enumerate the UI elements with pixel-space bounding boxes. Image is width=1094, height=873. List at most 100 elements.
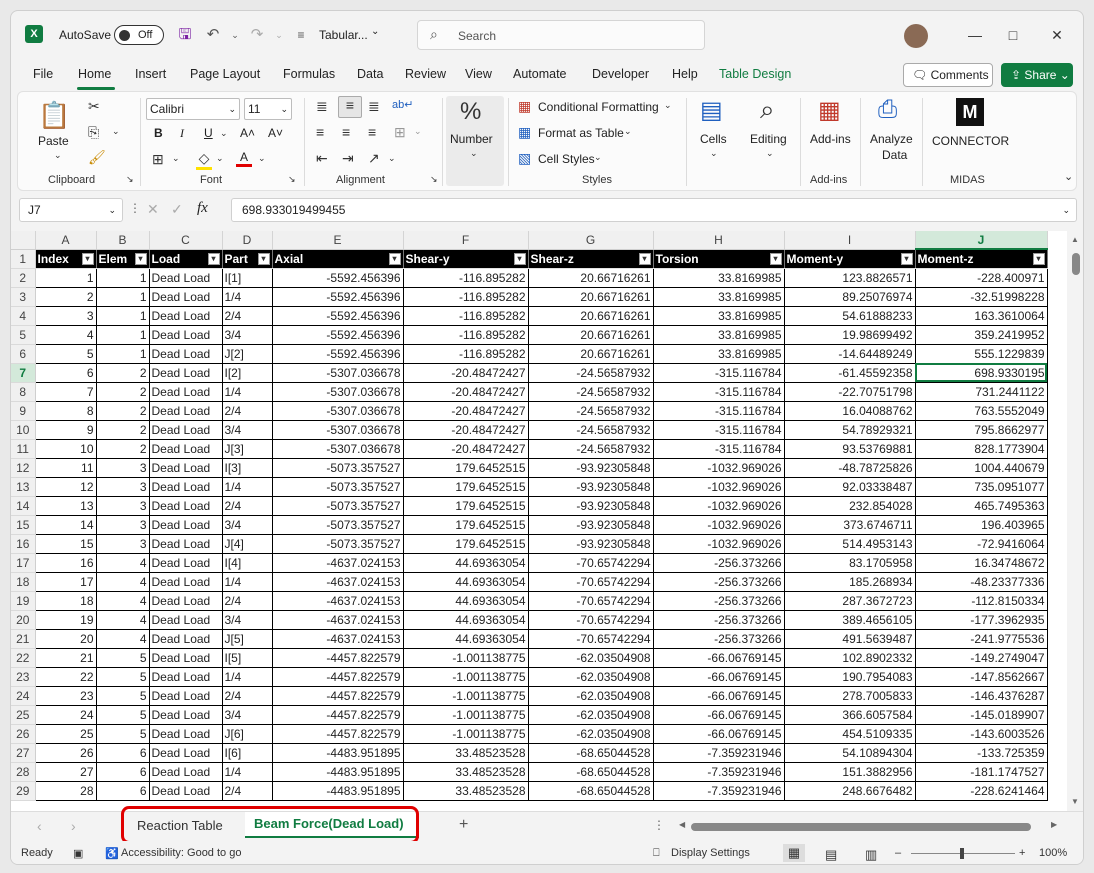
cell-b16[interactable]: 3 [96,534,150,554]
cell-j22[interactable]: -149.2749047 [915,648,1048,668]
cell-d28[interactable]: 1/4 [222,762,273,782]
conditional-formatting-button[interactable]: Conditional Formatting [538,100,659,114]
cell-d24[interactable]: 2/4 [222,686,273,706]
cell-e5[interactable]: -5592.456396 [272,325,404,345]
vertical-scroll-thumb[interactable] [1072,253,1080,275]
cell-h12[interactable]: -1032.969026 [653,458,785,478]
italic-icon[interactable]: I [180,126,184,141]
cell-c12[interactable]: Dead Load [149,458,223,478]
cell-g19[interactable]: -70.65742294 [528,591,654,611]
enter-icon[interactable]: ✓ [171,201,183,218]
cell-a28[interactable]: 27 [35,762,97,782]
cell-i11[interactable]: 93.53769881 [784,439,916,459]
cell-c19[interactable]: Dead Load [149,591,223,611]
cell-i19[interactable]: 287.3672723 [784,591,916,611]
cell-e4[interactable]: -5592.456396 [272,306,404,326]
row-number[interactable]: 15 [11,515,36,535]
cell-h9[interactable]: -315.116784 [653,401,785,421]
display-settings-icon[interactable]: ⎕ [653,847,660,860]
cell-g26[interactable]: -62.03504908 [528,724,654,744]
cell-b4[interactable]: 1 [96,306,150,326]
cell-d5[interactable]: 3/4 [222,325,273,345]
table-header-elem[interactable]: Elem ▾ [96,249,150,269]
cell-h2[interactable]: 33.8169985 [653,268,785,288]
cell-b11[interactable]: 2 [96,439,150,459]
cell-d21[interactable]: J[5] [222,629,273,649]
cell-b17[interactable]: 4 [96,553,150,573]
cell-g27[interactable]: -68.65044528 [528,743,654,763]
cell-b7[interactable]: 2 [96,363,150,383]
cell-g20[interactable]: -70.65742294 [528,610,654,630]
name-box[interactable]: J7 ⌄ [19,198,123,222]
display-settings-button[interactable]: Display Settings [671,847,750,859]
cell-i27[interactable]: 54.10894304 [784,743,916,763]
cell-d18[interactable]: 1/4 [222,572,273,592]
borders-chevron-icon[interactable]: ⌄ [172,153,180,164]
cell-a9[interactable]: 8 [35,401,97,421]
cell-i26[interactable]: 454.5109335 [784,724,916,744]
format-as-table-icon[interactable]: ▦ [518,124,531,141]
scroll-right-icon[interactable]: ▶ [1051,820,1057,829]
cell-e2[interactable]: -5592.456396 [272,268,404,288]
vertical-scrollbar[interactable]: ▲ ▼ [1067,231,1083,811]
column-header-c[interactable]: C [149,231,223,250]
maximize-icon[interactable]: □ [1001,23,1025,47]
cell-j3[interactable]: -32.51998228 [915,287,1048,307]
cell-i2[interactable]: 123.8826571 [784,268,916,288]
cell-i16[interactable]: 514.4953143 [784,534,916,554]
cell-c2[interactable]: Dead Load [149,268,223,288]
cell-a25[interactable]: 24 [35,705,97,725]
save-icon[interactable]: 🖫 [173,23,197,47]
addins-button[interactable]: Add-ins [810,132,851,146]
cell-d9[interactable]: 2/4 [222,401,273,421]
cell-h24[interactable]: -66.06769145 [653,686,785,706]
cell-a7[interactable]: 6 [35,363,97,383]
cell-b8[interactable]: 2 [96,382,150,402]
cell-c14[interactable]: Dead Load [149,496,223,516]
merge-chevron-icon[interactable]: ⌄ [414,126,422,137]
row-number[interactable]: 17 [11,553,36,573]
cell-d12[interactable]: I[3] [222,458,273,478]
cell-j8[interactable]: 731.2441122 [915,382,1048,402]
cell-e16[interactable]: -5073.357527 [272,534,404,554]
underline-icon[interactable]: U [204,126,213,140]
table-header-shear-z[interactable]: Shear-z ▾ [528,249,654,269]
cell-b14[interactable]: 3 [96,496,150,516]
percent-icon[interactable]: % [460,98,481,126]
cell-c18[interactable]: Dead Load [149,572,223,592]
number-label[interactable]: Number [450,132,493,146]
cell-a15[interactable]: 14 [35,515,97,535]
cell-d19[interactable]: 2/4 [222,591,273,611]
cell-i12[interactable]: -48.78725826 [784,458,916,478]
cell-f7[interactable]: -20.48472427 [403,363,529,383]
wrap-text-icon[interactable]: ab↵ [392,98,413,111]
cell-g2[interactable]: 20.66716261 [528,268,654,288]
cell-h7[interactable]: -315.116784 [653,363,785,383]
cell-e12[interactable]: -5073.357527 [272,458,404,478]
font-launcher-icon[interactable]: ↘ [288,174,296,185]
cell-a14[interactable]: 13 [35,496,97,516]
underline-chevron-icon[interactable]: ⌄ [220,128,228,139]
cell-e20[interactable]: -4637.024153 [272,610,404,630]
cell-d6[interactable]: J[2] [222,344,273,364]
cell-g3[interactable]: 20.66716261 [528,287,654,307]
normal-view-icon[interactable]: ▦ [783,844,805,862]
scroll-up-icon[interactable]: ▲ [1071,235,1079,244]
tab-help[interactable]: Help [672,67,698,81]
cell-h28[interactable]: -7.359231946 [653,762,785,782]
cell-g13[interactable]: -93.92305848 [528,477,654,497]
cell-j2[interactable]: -228.400971 [915,268,1048,288]
cell-b3[interactable]: 1 [96,287,150,307]
cell-f29[interactable]: 33.48523528 [403,781,529,801]
paste-icon[interactable]: 📋 [38,100,70,132]
column-header-h[interactable]: H [653,231,785,250]
cell-j28[interactable]: -181.1747527 [915,762,1048,782]
column-header-j[interactable]: J [915,231,1048,250]
cell-f10[interactable]: -20.48472427 [403,420,529,440]
cell-a23[interactable]: 22 [35,667,97,687]
column-header-a[interactable]: A [35,231,97,250]
editing-search-icon[interactable]: ⌕ [760,94,775,126]
conditional-formatting-icon[interactable]: ▦ [518,98,531,115]
cell-e29[interactable]: -4483.951895 [272,781,404,801]
orientation-icon[interactable]: ↗ [368,150,380,167]
